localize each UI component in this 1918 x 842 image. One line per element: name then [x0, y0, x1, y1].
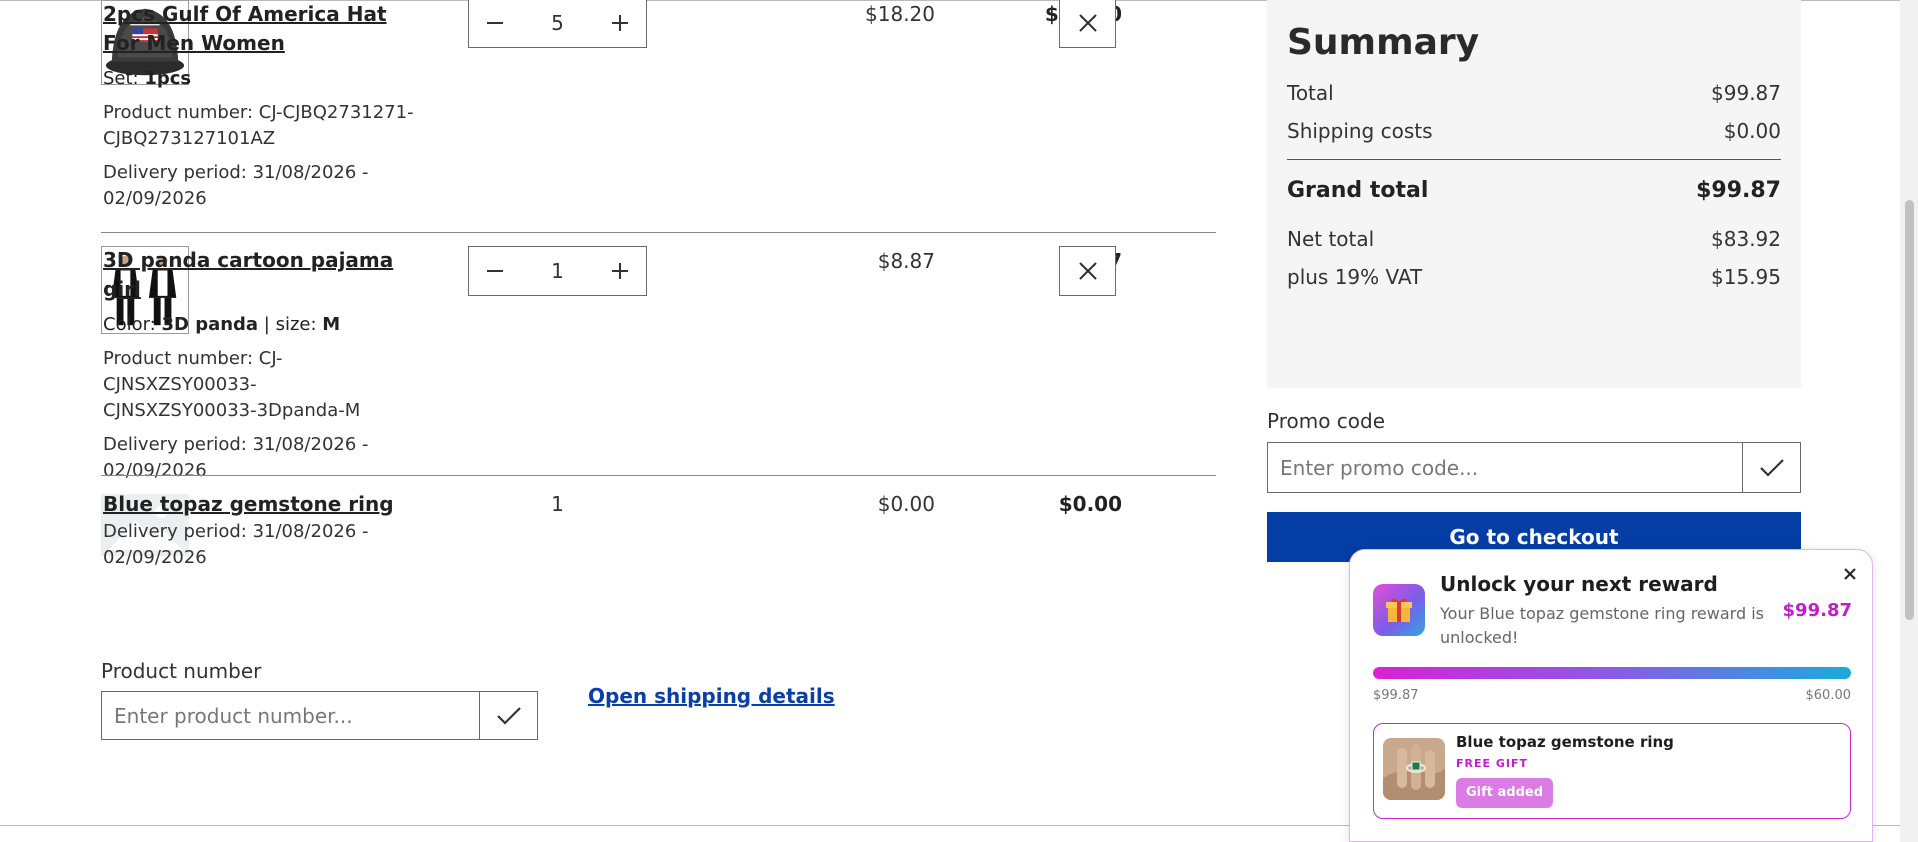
vat-value: $15.95	[1711, 265, 1781, 289]
product-number-form	[101, 691, 538, 740]
unit-price: $0.00	[877, 492, 935, 516]
quantity-value[interactable]: 1	[551, 259, 564, 283]
progress-end-label: $60.00	[1805, 688, 1852, 703]
reward-popup: Unlock your next reward Your Blue topaz …	[1349, 549, 1873, 842]
shipping-label: Shipping costs	[1287, 119, 1433, 143]
product-number: Product number: CJ-CJNSXZSY00033-CJNSXZS…	[103, 348, 361, 421]
product-number: Product number: CJ-CJBQ2731271-CJBQ27312…	[103, 102, 414, 149]
total-label: Total	[1287, 81, 1334, 105]
summary-shipping-row: Shipping costs $0.00	[1287, 119, 1781, 143]
reward-amount: $99.87	[1782, 600, 1852, 621]
quantity-value: 1	[551, 492, 564, 516]
promo-code-input[interactable]	[1268, 443, 1742, 492]
close-icon	[1078, 14, 1097, 32]
summary-divider	[1287, 159, 1781, 160]
product-variant: Color: 3D panda | size: M	[103, 314, 341, 335]
reward-progress-bar	[1373, 667, 1851, 679]
order-summary: Summary Total $99.87 Shipping costs $0.0…	[1267, 0, 1801, 388]
delivery-period: Delivery period: 31/08/2026 - 02/09/2026	[103, 521, 369, 568]
gift-card: Blue topaz gemstone ring FREE GIFT Gift …	[1373, 723, 1851, 819]
product-number-submit-button[interactable]	[479, 692, 537, 739]
summary-vat-row: plus 19% VAT $15.95	[1287, 265, 1781, 289]
reward-subtitle: Your Blue topaz gemstone ring reward is …	[1440, 604, 1764, 647]
grand-total-label: Grand total	[1287, 178, 1429, 203]
gift-icon	[1373, 584, 1425, 636]
minus-icon[interactable]	[483, 11, 507, 35]
net-total-label: Net total	[1287, 227, 1375, 251]
quantity-stepper: 1	[468, 246, 647, 296]
gift-ring-image	[1383, 738, 1445, 800]
open-shipping-details-link[interactable]: Open shipping details	[588, 684, 835, 708]
reward-title: Unlock your next reward	[1440, 572, 1718, 596]
free-gift-badge: FREE GIFT	[1456, 757, 1528, 770]
line-total: $0.00	[1058, 492, 1122, 516]
gift-added-badge: Gift added	[1456, 778, 1554, 808]
product-name-link[interactable]: 3D panda cartoon pajama girl	[103, 246, 423, 304]
net-total-value: $83.92	[1711, 227, 1781, 251]
summary-net-row: Net total $83.92	[1287, 227, 1781, 251]
minus-icon[interactable]	[483, 259, 507, 283]
progress-start-label: $99.87	[1373, 688, 1419, 703]
delivery-period: Delivery period: 31/08/2026 - 02/09/2026	[103, 434, 369, 481]
close-icon	[1078, 262, 1097, 280]
plus-icon[interactable]	[608, 11, 632, 35]
checkmark-icon	[1759, 458, 1784, 477]
plus-icon[interactable]	[608, 259, 632, 283]
product-set: Set: 1pcs	[103, 68, 192, 89]
product-name-link[interactable]: 2pcs Gulf Of America Hat For Men Women	[103, 0, 423, 58]
unit-price: $18.20	[865, 2, 935, 26]
shipping-value: $0.00	[1723, 119, 1781, 143]
remove-item-button[interactable]	[1059, 246, 1116, 296]
quantity-stepper: 5	[468, 0, 647, 48]
reward-progress-fill	[1373, 667, 1851, 679]
unit-price: $8.87	[877, 249, 935, 273]
quantity-value[interactable]: 5	[551, 11, 564, 35]
promo-code-form	[1267, 442, 1801, 493]
checkmark-icon	[496, 706, 521, 725]
summary-title: Summary	[1287, 22, 1480, 63]
remove-item-button[interactable]	[1059, 0, 1116, 48]
row-divider	[101, 475, 1216, 476]
close-icon[interactable]	[1840, 564, 1860, 584]
product-number-label: Product number	[101, 659, 262, 683]
delivery-period: Delivery period: 31/08/2026 - 02/09/2026	[103, 162, 369, 209]
vat-label: plus 19% VAT	[1287, 265, 1423, 289]
summary-total-row: Total $99.87	[1287, 81, 1781, 105]
gift-name: Blue topaz gemstone ring	[1456, 733, 1674, 751]
summary-grand-total-row: Grand total $99.87	[1287, 178, 1781, 203]
promo-code-submit-button[interactable]	[1742, 443, 1800, 492]
page-scrollbar-thumb[interactable]	[1905, 200, 1914, 620]
row-divider	[101, 232, 1216, 233]
total-value: $99.87	[1711, 81, 1781, 105]
grand-total-value: $99.87	[1696, 178, 1781, 203]
product-number-input[interactable]	[102, 692, 479, 739]
product-name-link[interactable]: Blue topaz gemstone ring	[103, 490, 423, 519]
promo-code-label: Promo code	[1267, 409, 1386, 433]
